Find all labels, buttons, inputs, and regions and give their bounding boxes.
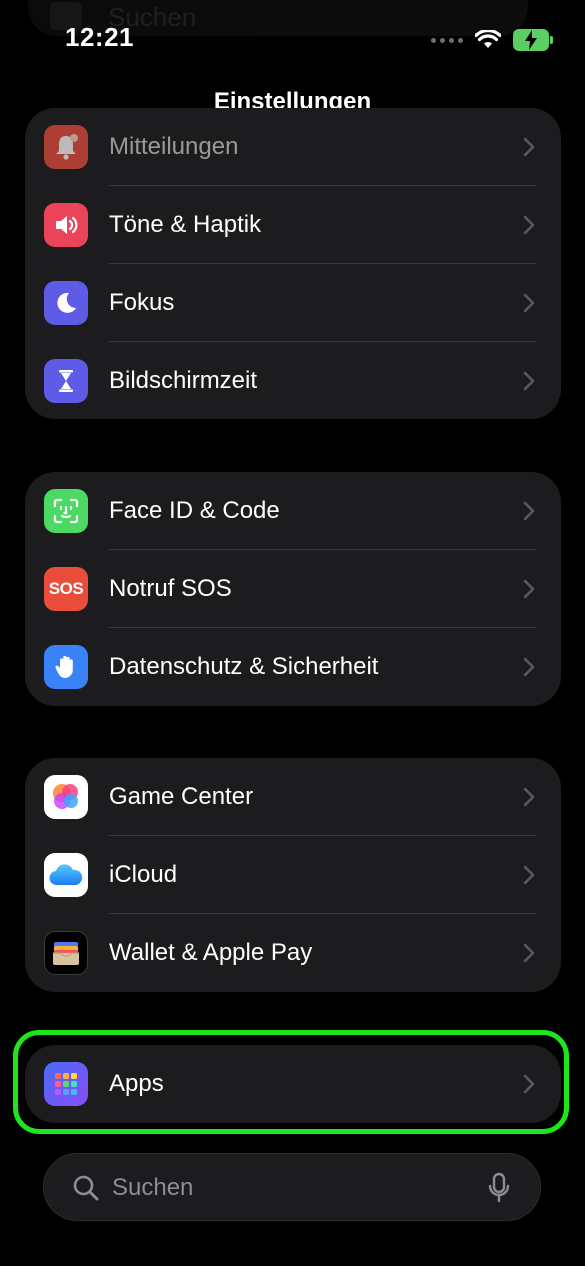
cloud-icon — [44, 853, 88, 897]
settings-row-label: iCloud — [109, 861, 178, 888]
chevron-right-icon — [523, 865, 535, 885]
sos-icon-text: SOS — [48, 579, 84, 598]
status-time: 12:21 — [65, 22, 134, 52]
settings-row-label: Face ID & Code — [109, 497, 280, 524]
search-icon — [73, 1175, 99, 1201]
search-bar[interactable]: Suchen — [43, 1153, 541, 1221]
battery-charging-icon — [513, 29, 553, 51]
settings-group-services: Game Center iCloud Wallet & Apple Pay — [25, 758, 561, 992]
wallet-icon — [44, 931, 88, 975]
chevron-right-icon — [523, 943, 535, 963]
settings-row-toene-haptik[interactable]: Töne & Haptik — [25, 186, 561, 264]
settings-row-icloud[interactable]: iCloud — [25, 836, 561, 914]
settings-row-label: Mitteilungen — [109, 133, 239, 160]
status-indicators — [431, 26, 553, 54]
chevron-right-icon — [523, 579, 535, 599]
wifi-icon — [475, 30, 501, 48]
settings-row-label: Bildschirmzeit — [109, 367, 258, 394]
cellular-signal-icon — [431, 37, 463, 43]
chevron-right-icon — [523, 501, 535, 521]
settings-row-wallet[interactable]: Wallet & Apple Pay — [25, 914, 561, 992]
settings-row-label: Töne & Haptik — [109, 211, 262, 238]
face-id-icon — [44, 489, 88, 533]
settings-group-security: Face ID & Code SOS Notruf SOS Datenschut… — [25, 472, 561, 706]
settings-row-notruf-sos[interactable]: SOS Notruf SOS — [25, 550, 561, 628]
settings-row-mitteilungen[interactable]: Mitteilungen — [25, 108, 561, 186]
settings-row-label: Datenschutz & Sicherheit — [109, 653, 379, 680]
hourglass-icon — [44, 359, 88, 403]
chevron-right-icon — [523, 293, 535, 313]
moon-icon — [44, 281, 88, 325]
chevron-right-icon — [523, 657, 535, 677]
settings-row-bildschirmzeit[interactable]: Bildschirmzeit — [25, 342, 561, 419]
settings-row-face-id[interactable]: Face ID & Code — [25, 472, 561, 550]
settings-row-game-center[interactable]: Game Center — [25, 758, 561, 836]
highlight-outline — [13, 1030, 569, 1134]
speaker-icon — [44, 203, 88, 247]
settings-row-label: Fokus — [109, 289, 175, 316]
search-placeholder: Suchen — [112, 1174, 194, 1201]
settings-group-notifications: Mitteilungen Töne & Haptik Fokus Bildsch… — [25, 108, 561, 419]
bell-icon — [44, 125, 88, 169]
game-center-icon — [44, 775, 88, 819]
chevron-right-icon — [523, 371, 535, 391]
settings-row-fokus[interactable]: Fokus — [25, 264, 561, 342]
sos-icon: SOS — [44, 567, 88, 611]
microphone-icon[interactable] — [488, 1172, 510, 1204]
settings-row-label: Notruf SOS — [109, 575, 232, 602]
settings-row-label: Game Center — [109, 783, 254, 810]
chevron-right-icon — [523, 787, 535, 807]
hand-icon — [44, 645, 88, 689]
chevron-right-icon — [523, 215, 535, 235]
settings-row-label: Wallet & Apple Pay — [109, 939, 313, 966]
chevron-right-icon — [523, 137, 535, 157]
settings-row-datenschutz[interactable]: Datenschutz & Sicherheit — [25, 628, 561, 706]
